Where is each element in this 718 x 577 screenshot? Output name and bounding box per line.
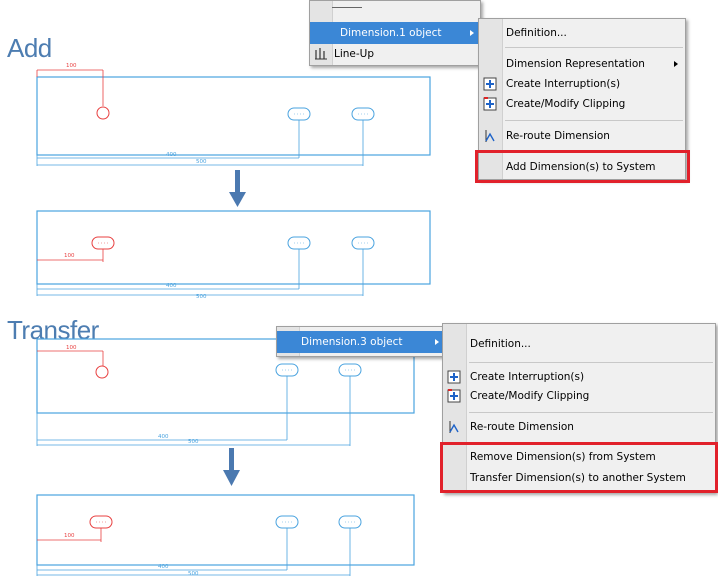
menu-item-dimension-representation[interactable]: Dimension Representation: [479, 53, 685, 75]
menu-item-transfer-to-system[interactable]: Transfer Dimension(s) to another System: [443, 467, 715, 489]
dim-p2-mid: 400: [166, 283, 177, 289]
dim-p4-left: 100: [64, 533, 75, 539]
panel-add-after: 100 400 500: [36, 210, 431, 300]
dim-p4-bot: 500: [188, 571, 199, 577]
interruption-icon: [483, 77, 497, 91]
menu-item-create-interruptions[interactable]: Create Interruption(s): [479, 73, 685, 95]
context-menu-add-sub: Definition... Dimension Representation C…: [478, 18, 686, 180]
dim-p3-bot: 500: [188, 439, 199, 445]
interruption-icon: [447, 370, 461, 384]
down-arrow-1: [229, 170, 246, 207]
menu-item-remove-from-system[interactable]: Remove Dimension(s) from System: [443, 446, 715, 468]
menu-item-transfer-create-clipping[interactable]: Create/Modify Clipping: [443, 385, 715, 407]
dim-p1-top: 100: [66, 63, 77, 69]
context-menu-transfer-sub: Definition... Create Interruption(s) Cre…: [442, 323, 716, 493]
menu-item-transfer-reroute[interactable]: Re-route Dimension: [443, 416, 715, 438]
dim-p1-mid: 400: [166, 152, 177, 158]
clipping-icon: [447, 389, 461, 403]
dim-p3-mid: 400: [158, 434, 169, 440]
menu-item-dimension3-object[interactable]: Dimension.3 object: [277, 331, 445, 353]
dim-p2-left: 100: [64, 253, 75, 259]
menu-item-definition[interactable]: Definition...: [479, 22, 685, 44]
dim-p1-bot: 500: [196, 159, 207, 165]
panel-add-before: 100 400 500: [36, 63, 431, 166]
menu-item-dimension1-object[interactable]: Dimension.1 object: [310, 22, 480, 44]
context-menu-add-parent: Dimension.1 object Line-Up: [309, 0, 481, 66]
dim-p2-bot: 500: [196, 294, 207, 300]
panel-transfer-after: 100 400 500: [36, 494, 415, 577]
reroute-icon: [447, 420, 461, 434]
clipping-icon: [483, 97, 497, 111]
dim-p3-top: 100: [66, 345, 77, 351]
menu-item-reroute-dimension[interactable]: Re-route Dimension: [479, 125, 685, 147]
menu-item-add-to-system[interactable]: Add Dimension(s) to System: [479, 156, 685, 178]
menu-item-line-up[interactable]: Line-Up: [310, 43, 480, 65]
down-arrow-2: [223, 448, 240, 486]
line-up-icon: [314, 47, 328, 61]
menu-item-transfer-definition[interactable]: Definition...: [443, 333, 715, 355]
reroute-icon: [483, 129, 497, 143]
menu-item-create-clipping[interactable]: Create/Modify Clipping: [479, 93, 685, 115]
context-menu-transfer-parent: Dimension.3 object: [276, 326, 446, 357]
dim-p4-mid: 400: [158, 564, 169, 570]
